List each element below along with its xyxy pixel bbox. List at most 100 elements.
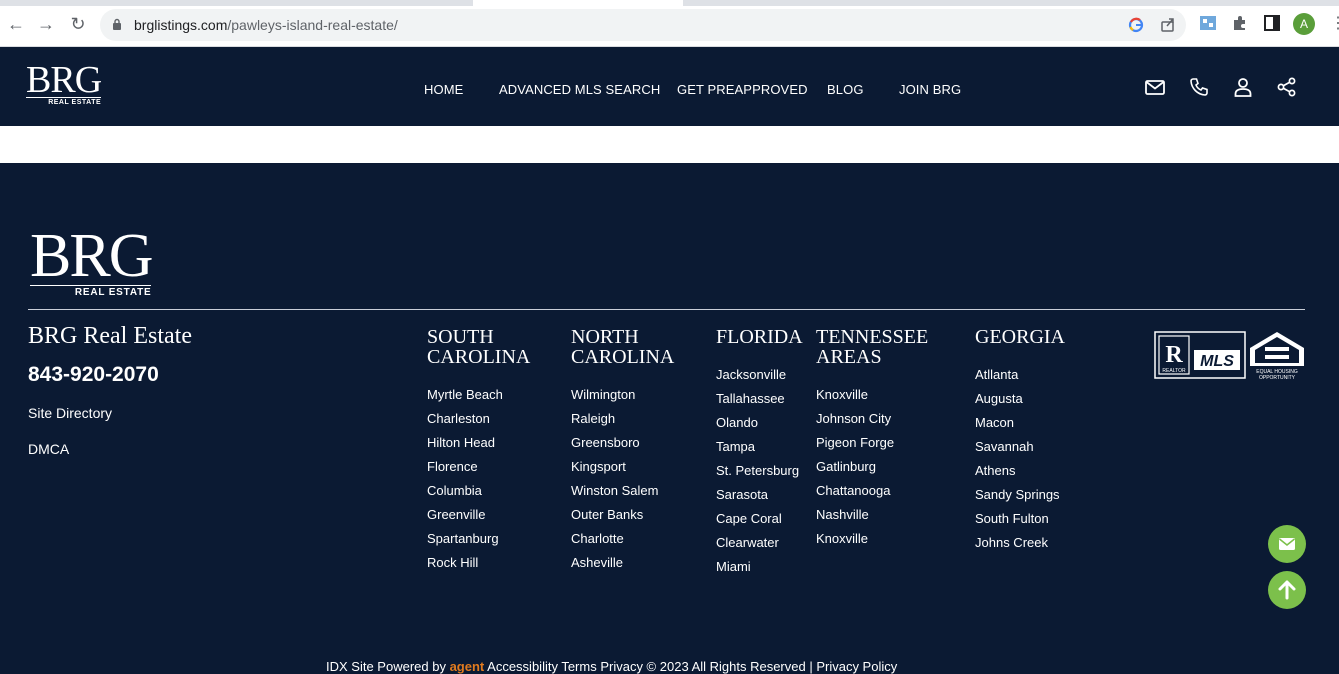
city-link[interactable]: South Fulton <box>975 507 1065 531</box>
idx-powered-by: IDX Site Powered by <box>326 659 446 674</box>
realtor-mls-logo: R REALTOR MLS <box>1154 331 1246 379</box>
nav-blog[interactable]: BLOG <box>827 82 864 97</box>
city-link[interactable]: Pigeon Forge <box>816 431 928 455</box>
city-link[interactable]: Tampa <box>716 435 803 459</box>
svg-text:R: R <box>1165 342 1183 368</box>
logo-text: BRG <box>26 59 102 101</box>
city-link[interactable]: Johns Creek <box>975 531 1065 555</box>
nav-advanced-mls-search[interactable]: ADVANCED MLS SEARCH <box>499 82 660 97</box>
column-georgia: GEORGIA Atllanta Augusta Macon Savannah … <box>975 327 1065 555</box>
city-link[interactable]: Tallahassee <box>716 387 803 411</box>
city-link[interactable]: Winston Salem <box>571 479 674 503</box>
city-link[interactable]: Wilmington <box>571 383 674 407</box>
phone-icon[interactable] <box>1188 76 1210 98</box>
city-link[interactable]: Outer Banks <box>571 503 674 527</box>
profile-avatar[interactable]: A <box>1293 13 1315 35</box>
city-link[interactable]: Augusta <box>975 387 1065 411</box>
city-link[interactable]: Johnson City <box>816 407 928 431</box>
city-link[interactable]: Myrtle Beach <box>427 383 530 407</box>
menu-dots-icon[interactable]: ⋮ <box>1330 14 1339 34</box>
content-area <box>0 126 1339 163</box>
browser-toolbar: ← → ↻ brglistings.com/pawleys-island-rea… <box>0 0 1339 47</box>
url-text: brglistings.com/pawleys-island-real-esta… <box>134 17 398 33</box>
puzzle-icon[interactable] <box>1231 14 1249 32</box>
company-name: BRG Real Estate <box>28 323 192 349</box>
city-link[interactable]: Olando <box>716 411 803 435</box>
extension-icon[interactable] <box>1199 14 1217 32</box>
city-link[interactable]: Sarasota <box>716 483 803 507</box>
city-link[interactable]: Charlotte <box>571 527 674 551</box>
city-link[interactable]: Raleigh <box>571 407 674 431</box>
footer-logo[interactable]: BRG REAL ESTATE <box>30 222 153 298</box>
site-footer: BRG REAL ESTATE BRG Real Estate 843-920-… <box>0 163 1339 674</box>
envelope-icon <box>1279 538 1295 550</box>
column-title: GEORGIA <box>975 326 1065 348</box>
footer-logo-text: BRG <box>30 222 153 290</box>
city-link[interactable]: Atllanta <box>975 363 1065 387</box>
city-link[interactable]: Macon <box>975 411 1065 435</box>
footer-divider <box>28 309 1305 310</box>
company-phone[interactable]: 843-920-2070 <box>28 363 159 387</box>
city-link[interactable]: Athens <box>975 459 1065 483</box>
url-host: brglistings.com <box>134 17 228 33</box>
scroll-to-top-button[interactable] <box>1268 571 1306 609</box>
powered-by-brand[interactable]: agent <box>450 659 485 674</box>
city-link[interactable]: Sandy Springs <box>975 483 1065 507</box>
address-bar[interactable]: brglistings.com/pawleys-island-real-esta… <box>100 9 1186 41</box>
city-link[interactable]: Kingsport <box>571 455 674 479</box>
arrow-up-icon <box>1278 580 1296 600</box>
site-directory-link[interactable]: Site Directory <box>28 405 112 421</box>
equal-housing-icon: EQUAL HOUSING OPPORTUNITY <box>1250 332 1304 380</box>
nav-home[interactable]: HOME <box>424 82 463 97</box>
city-link[interactable]: Clearwater <box>716 531 803 555</box>
mail-icon[interactable] <box>1144 76 1166 98</box>
lock-icon <box>113 18 121 30</box>
city-link[interactable]: Columbia <box>427 479 530 503</box>
forward-arrow-icon[interactable]: → <box>36 14 56 34</box>
city-link[interactable]: Chattanooga <box>816 479 928 503</box>
active-tab[interactable] <box>473 0 683 6</box>
svg-text:REALTOR: REALTOR <box>1162 368 1186 374</box>
city-link[interactable]: Rock Hill <box>427 551 530 575</box>
city-link[interactable]: Charleston <box>427 407 530 431</box>
column-florida: FLORIDA Jacksonville Tallahassee Olando … <box>716 327 803 579</box>
column-tennessee-areas: TENNESSEE AREAS Knoxville Johnson City Pi… <box>816 327 928 551</box>
svg-text:MLS: MLS <box>1200 353 1234 370</box>
header-logo[interactable]: BRG REAL ESTATE <box>26 59 102 106</box>
city-link[interactable]: Nashville <box>816 503 928 527</box>
footer-bottom-line: IDX Site Powered by agent Accessibility … <box>326 659 897 674</box>
dmca-link[interactable]: DMCA <box>28 441 69 457</box>
tab-strip <box>0 0 1339 6</box>
city-link[interactable]: Jacksonville <box>716 363 803 387</box>
site-header: BRG REAL ESTATE HOME ADVANCED MLS SEARCH… <box>0 47 1339 126</box>
city-link[interactable]: Greenville <box>427 503 530 527</box>
city-link[interactable]: Greensboro <box>571 431 674 455</box>
reload-icon[interactable]: ↻ <box>68 14 88 34</box>
back-arrow-icon[interactable]: ← <box>6 14 26 34</box>
google-icon[interactable] <box>1127 16 1145 34</box>
city-link[interactable]: Cape Coral <box>716 507 803 531</box>
nav-join-brg[interactable]: JOIN BRG <box>899 82 961 97</box>
city-link[interactable]: Knoxville <box>816 383 928 407</box>
side-panel-icon[interactable] <box>1263 14 1281 32</box>
city-link[interactable]: Savannah <box>975 435 1065 459</box>
city-link[interactable]: Gatlinburg <box>816 455 928 479</box>
city-link[interactable]: Spartanburg <box>427 527 530 551</box>
city-link[interactable]: Asheville <box>571 551 674 575</box>
city-link[interactable]: Miami <box>716 555 803 579</box>
share-page-icon[interactable] <box>1159 16 1177 34</box>
city-link[interactable]: Knoxville <box>816 527 928 551</box>
city-link[interactable]: Hilton Head <box>427 431 530 455</box>
legal-links[interactable]: Accessibility Terms Privacy © 2023 All R… <box>487 659 897 674</box>
user-icon[interactable] <box>1232 76 1254 98</box>
contact-mail-button[interactable] <box>1268 525 1306 563</box>
share-icon[interactable] <box>1276 76 1298 98</box>
svg-text:OPPORTUNITY: OPPORTUNITY <box>1259 375 1296 380</box>
column-title: FLORIDA <box>716 326 803 348</box>
url-path: /pawleys-island-real-estate/ <box>227 17 398 33</box>
nav-get-preapproved[interactable]: GET PREAPPROVED <box>677 82 808 97</box>
city-link[interactable]: St. Petersburg <box>716 459 803 483</box>
column-title: NORTH CAROLINA <box>571 326 675 368</box>
column-title: SOUTH CAROLINA <box>427 326 531 368</box>
city-link[interactable]: Florence <box>427 455 530 479</box>
